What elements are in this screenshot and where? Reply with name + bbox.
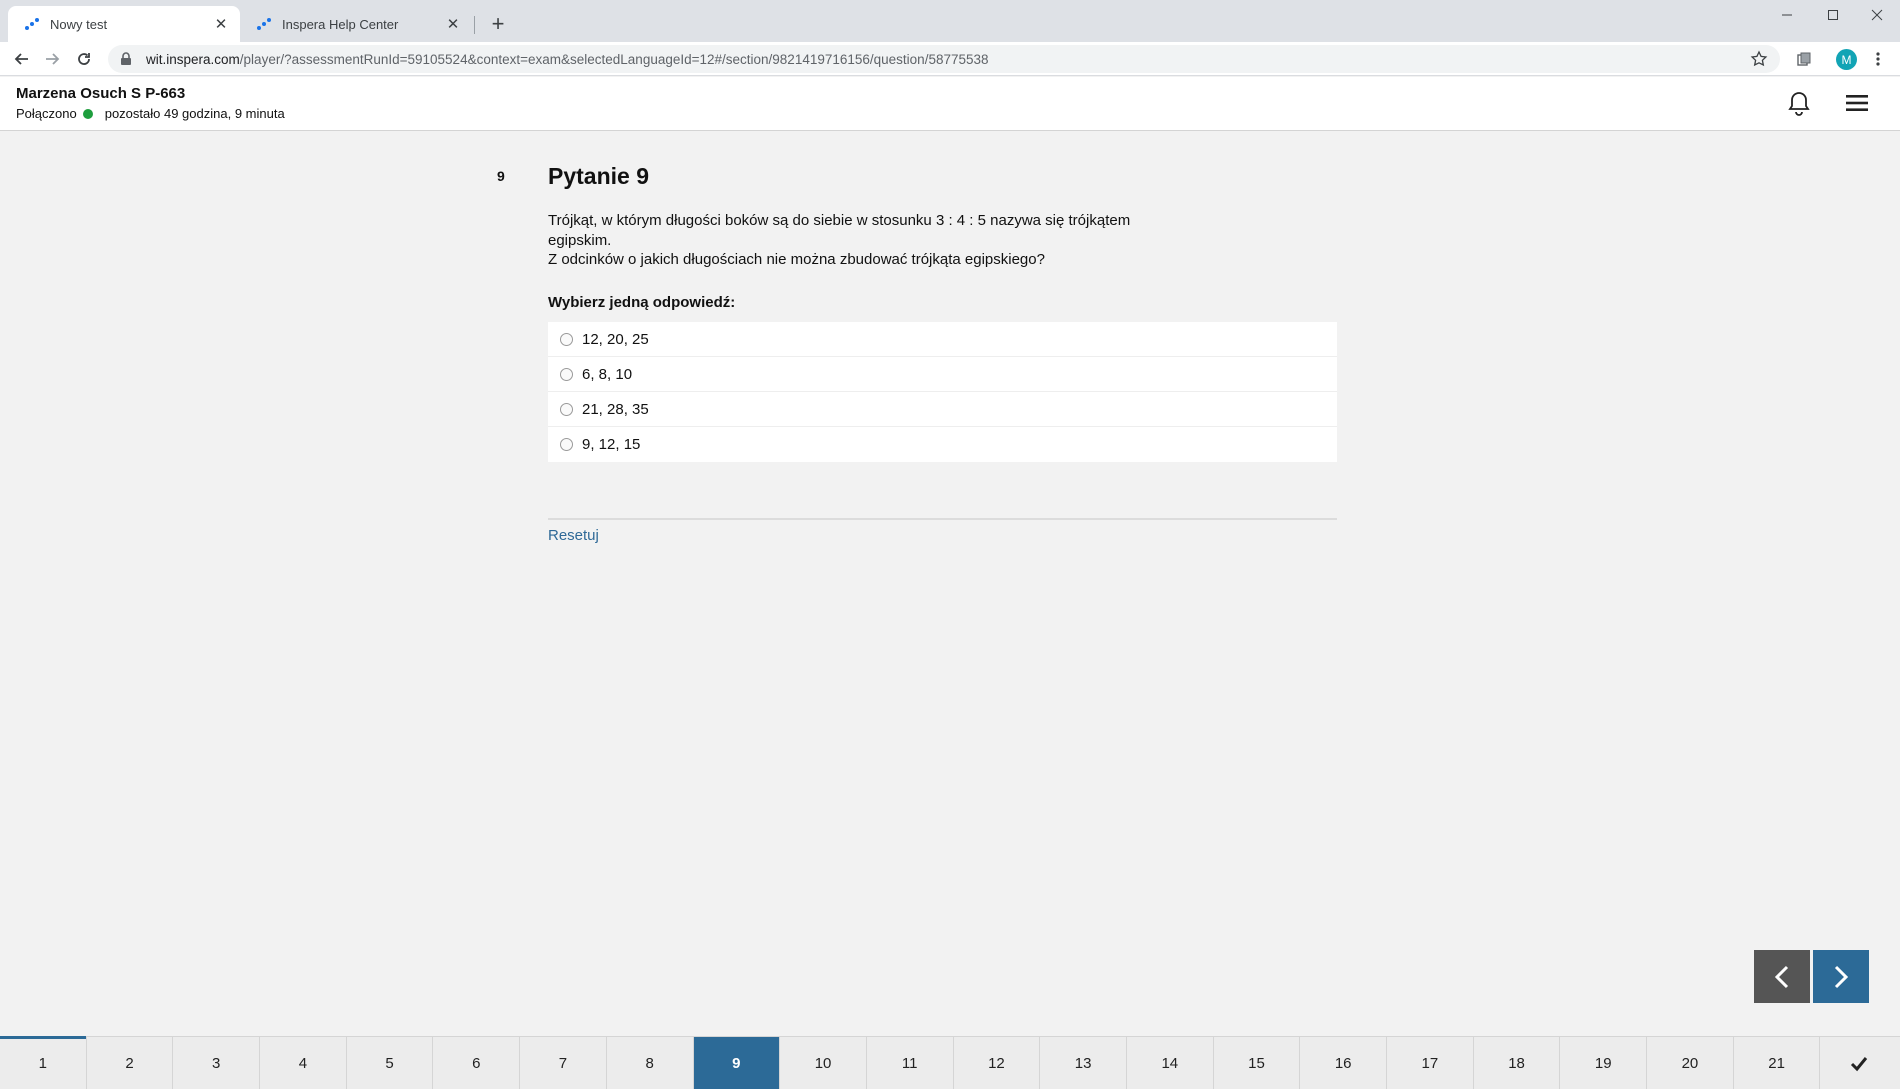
arrow-left-icon [14, 53, 28, 65]
question-nav-item[interactable]: 7 [520, 1037, 607, 1089]
arrow-right-icon [46, 53, 60, 65]
question-navigation-bar: 1 2 3 4 5 6 7 8 9 10 11 12 13 14 15 16 17 18 19 20 21 [0, 1036, 1900, 1089]
question-number: 9 [497, 168, 505, 184]
maximize-window-button[interactable] [1810, 0, 1856, 30]
answer-option-label: 9, 12, 15 [582, 436, 641, 453]
answer-option-label: 12, 20, 25 [582, 330, 649, 348]
candidate-name: Marzena Osuch S P-663 [16, 85, 186, 102]
tab-inspera-help-center[interactable]: Inspera Help Center ✕ [240, 6, 472, 42]
answer-option-label: 6, 8, 10 [582, 365, 633, 383]
browser-tab-strip: Nowy test ✕ Inspera Help Center ✕ + [0, 0, 1900, 42]
connection-status-dot [82, 108, 93, 119]
browser-menu-icon[interactable] [1868, 49, 1888, 69]
question-nav-item[interactable]: 2 [87, 1037, 174, 1089]
reload-icon [78, 53, 90, 65]
answer-option-label: 21, 28, 35 [582, 400, 649, 418]
question-nav-item[interactable]: 12 [954, 1037, 1041, 1089]
lock-icon [120, 52, 134, 66]
question-nav-item[interactable]: 9 [693, 1037, 781, 1089]
radio-button[interactable] [560, 438, 573, 451]
checkmark-icon [1850, 1056, 1868, 1071]
question-nav-item[interactable]: 21 [1734, 1037, 1821, 1089]
answer-option[interactable]: 21, 28, 35 [548, 392, 1337, 427]
close-tab-icon[interactable]: ✕ [212, 15, 230, 33]
tab-title: Inspera Help Center [282, 16, 399, 32]
question-nav-item[interactable]: 13 [1040, 1037, 1127, 1089]
question-nav-item[interactable]: 6 [433, 1037, 521, 1089]
profile-avatar[interactable]: M [1836, 49, 1857, 70]
tab-separator [474, 16, 475, 34]
close-tab-icon[interactable]: ✕ [444, 15, 462, 33]
question-title: Pytanie 9 [548, 163, 649, 189]
connection-label: Połączono [16, 106, 77, 121]
tab-nowy-test[interactable]: Nowy test ✕ [8, 6, 240, 42]
notification-bell-icon[interactable] [1785, 89, 1813, 117]
hamburger-menu-icon[interactable] [1843, 89, 1871, 117]
radio-button[interactable] [560, 402, 573, 416]
answer-options: 12, 20, 25 6, 8, 10 21, 28, 35 9, 12, 15 [548, 322, 1337, 462]
question-nav-item[interactable]: 8 [607, 1037, 694, 1089]
question-nav-item[interactable]: 14 [1127, 1037, 1214, 1089]
inspera-favicon-icon [24, 16, 40, 32]
question-nav-item[interactable]: 16 [1300, 1037, 1387, 1089]
extensions-icon[interactable] [1794, 49, 1814, 69]
address-bar[interactable]: wit.inspera.com/player/?assessmentRunId=… [108, 45, 1780, 73]
question-nav-item[interactable]: 17 [1387, 1037, 1474, 1089]
exam-header: Marzena Osuch S P-663 Połączono pozostał… [0, 77, 1900, 131]
reset-link[interactable]: Resetuj [548, 527, 599, 544]
question-nav-item[interactable]: 5 [347, 1037, 434, 1089]
submit-checkmark-button[interactable] [1820, 1037, 1897, 1089]
radio-button[interactable] [560, 367, 573, 381]
answer-option[interactable]: 9, 12, 15 [548, 427, 1337, 462]
question-text-line: Trójkąt, w którym długości boków są do s… [548, 212, 1131, 249]
question-nav-item[interactable]: 3 [173, 1037, 261, 1089]
answer-option[interactable]: 12, 20, 25 [548, 322, 1337, 357]
forward-button[interactable] [40, 47, 64, 71]
back-button[interactable] [10, 47, 34, 71]
time-remaining: pozostało 49 godzina, 9 minuta [104, 106, 285, 121]
radio-button[interactable] [560, 332, 573, 346]
tab-title: Nowy test [50, 16, 108, 32]
question-nav-item[interactable]: 1 [0, 1036, 87, 1089]
reload-button[interactable] [72, 47, 96, 71]
question-nav-item[interactable]: 11 [867, 1037, 954, 1089]
section-divider [548, 518, 1337, 520]
browser-toolbar: wit.inspera.com/player/?assessmentRunId=… [0, 42, 1900, 76]
close-window-button[interactable] [1854, 0, 1900, 30]
question-text: Trójkąt, w którym długości boków są do s… [548, 211, 1168, 270]
chevron-left-icon [1774, 965, 1789, 988]
question-nav-item[interactable]: 10 [780, 1037, 867, 1089]
next-question-button[interactable] [1813, 950, 1869, 1003]
question-nav-item[interactable]: 19 [1560, 1037, 1648, 1089]
connection-status: Połączono pozostało 49 godzina, 9 minuta [16, 106, 285, 121]
question-nav-item[interactable]: 20 [1647, 1037, 1734, 1089]
question-text-line: Z odcinków o jakich długościach nie możn… [548, 251, 1045, 268]
minimize-window-button[interactable] [1764, 0, 1810, 30]
answer-option[interactable]: 6, 8, 10 [548, 357, 1337, 392]
question-nav-item[interactable]: 15 [1214, 1037, 1301, 1089]
question-nav-item[interactable]: 4 [260, 1037, 347, 1089]
question-nav-item[interactable]: 18 [1474, 1037, 1561, 1089]
bookmark-star-icon[interactable] [1750, 50, 1768, 68]
inspera-favicon-icon [256, 16, 272, 32]
url-path: /player/?assessmentRunId=59105524&contex… [239, 51, 989, 67]
previous-question-button[interactable] [1754, 950, 1810, 1003]
url-text: wit.inspera.com/player/?assessmentRunId=… [146, 52, 989, 67]
url-host: wit.inspera.com [146, 51, 240, 67]
answer-prompt: Wybierz jedną odpowiedź: [548, 294, 736, 311]
new-tab-button[interactable]: + [486, 11, 510, 36]
chevron-right-icon [1834, 965, 1849, 988]
